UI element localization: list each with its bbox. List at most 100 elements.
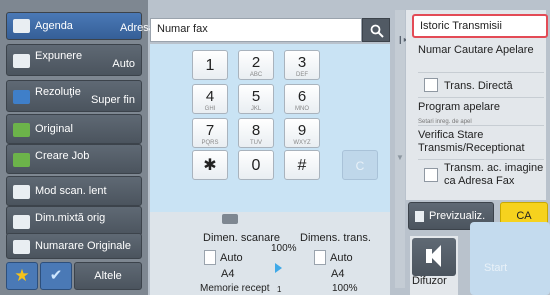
keypad-key[interactable]: 8 TUV (238, 118, 274, 148)
other-button[interactable]: Altele (74, 262, 142, 290)
image-as-fax-checkbox[interactable] (424, 168, 438, 182)
agenda-icon (13, 19, 30, 33)
create-job-button[interactable]: Creare Job (6, 144, 142, 174)
search-button[interactable] (362, 18, 390, 42)
preview-icon (415, 211, 424, 222)
count-originals-label: Numarare Originale (35, 240, 131, 252)
scanner-icon (222, 214, 238, 224)
trans-doc-icon (314, 250, 326, 265)
original-label: Original (35, 123, 73, 135)
separator (418, 159, 544, 160)
ca-label: CA (516, 210, 532, 222)
original-button[interactable]: Original (6, 114, 142, 144)
key-letters: TUV (250, 140, 262, 146)
key-digit: 2 (251, 54, 261, 71)
fax-number-placeholder: Numar fax (157, 23, 208, 35)
program-dial-label: Program apelare (418, 101, 500, 113)
key-digit: 7 (205, 122, 215, 139)
star-icon: ★ (14, 266, 30, 285)
keypad-key[interactable]: 7 PQRS (192, 118, 228, 148)
keypad-key[interactable]: 9 WXYZ (284, 118, 320, 148)
clear-key[interactable]: C (342, 150, 378, 180)
fax-number-input[interactable]: Numar fax (150, 18, 362, 42)
keypad-key[interactable]: 3 DEF (284, 50, 320, 80)
keypad-key[interactable]: 0 (238, 150, 274, 180)
key-letters: PQRS (201, 140, 219, 146)
start-label: Start (484, 262, 508, 274)
separator (418, 125, 544, 126)
transmission-history-label: Istoric Transmisii (420, 20, 502, 32)
resolution-value: Super fin (90, 94, 135, 106)
keypad-key[interactable]: 5 JKL (238, 84, 274, 114)
zoom-ratio: 100% (271, 243, 297, 254)
search-icon (370, 24, 384, 38)
scan-size-title: Dimen. scanare (203, 232, 281, 244)
arrow-right-icon (275, 263, 282, 273)
scan-doc-icon (204, 250, 216, 265)
separator (418, 72, 544, 73)
key-letters: WXYZ (293, 140, 311, 146)
check-status-label: Verifica Stare Transmis/Receptionat (418, 129, 525, 154)
key-digit: 5 (251, 88, 261, 105)
keypad-key[interactable]: ✱ (192, 150, 228, 180)
key-digit: 0 (251, 157, 261, 174)
key-digit: 1 (205, 57, 215, 74)
key-digit: ✱ (203, 157, 217, 174)
key-digit: 6 (297, 88, 307, 105)
keypad-key[interactable]: # (284, 150, 320, 180)
key-letters: JKL (250, 106, 262, 112)
clear-key-label: C (355, 159, 365, 173)
favorite-star-button[interactable]: ★ (6, 262, 38, 290)
resolution-icon (13, 90, 30, 104)
key-digit: 8 (251, 122, 261, 139)
scan-size-value: A4 (221, 268, 235, 280)
number-search-button[interactable]: Numar Cautare Apelare (418, 44, 542, 57)
create-job-icon (13, 153, 30, 167)
exposure-button[interactable]: Expunere Auto (6, 44, 142, 76)
resolution-label: Rezoluţie (35, 86, 81, 98)
other-label: Altele (94, 270, 122, 282)
slow-scan-button[interactable]: Mod scan. lent (6, 176, 142, 206)
key-letters: GHI (204, 106, 216, 112)
trans-mode-value: Auto (330, 252, 353, 264)
start-button[interactable]: Start (470, 222, 550, 295)
mixed-size-button[interactable]: Dim.mixtă orig (6, 206, 142, 236)
mixed-size-label: Dim.mixtă orig (35, 212, 106, 224)
exposure-icon (13, 54, 30, 68)
key-digit: 9 (297, 122, 307, 139)
key-digit: 4 (205, 88, 215, 105)
agenda-label: Agenda (35, 20, 73, 32)
key-letters: DEF (296, 72, 308, 78)
checkmark-button[interactable]: ✔ (40, 262, 72, 290)
key-letters: MNO (295, 106, 309, 112)
count-originals-button[interactable]: Numarare Originale (6, 233, 142, 259)
memory-percent: 100% (332, 283, 358, 294)
exposure-value: Auto (112, 58, 135, 70)
preview-label: Previzualiz. (429, 210, 486, 222)
create-job-label: Creare Job (35, 150, 90, 162)
keypad-key[interactable]: 6 MNO (284, 84, 320, 114)
separator (418, 97, 544, 98)
check-status-button[interactable]: Verifica Stare Transmis/Receptionat (418, 129, 542, 155)
keypad-key[interactable]: 2 ABC (238, 50, 274, 80)
direct-trans-checkbox[interactable] (424, 78, 438, 92)
image-as-fax-label: Transm. ac. imagine ca Adresa Fax (444, 162, 544, 187)
transmission-history-button[interactable]: Istoric Transmisii (412, 14, 548, 38)
memory-value: 1 (277, 285, 282, 294)
resolution-button[interactable]: Rezoluţie Super fin (6, 80, 142, 112)
keypad-key[interactable]: 4 GHI (192, 84, 228, 114)
scroll-down-icon: ▼ (396, 153, 404, 162)
key-digit: 3 (297, 54, 307, 71)
panel-collapse-bar[interactable]: ❙▸ ▼ (395, 10, 408, 288)
exposure-label: Expunere (35, 50, 83, 62)
scan-mode-value: Auto (220, 252, 243, 264)
direct-trans-label: Trans. Directă (444, 80, 513, 92)
count-originals-icon (13, 240, 30, 254)
mixed-size-icon (13, 215, 30, 229)
slow-scan-icon (13, 185, 30, 199)
checkmark-icon: ✔ (49, 267, 63, 284)
number-search-label: Numar Cautare Apelare (418, 44, 534, 56)
memory-label: Memorie recept (200, 283, 270, 294)
keypad-key[interactable]: 1 (192, 50, 228, 80)
key-letters: ABC (249, 72, 263, 78)
